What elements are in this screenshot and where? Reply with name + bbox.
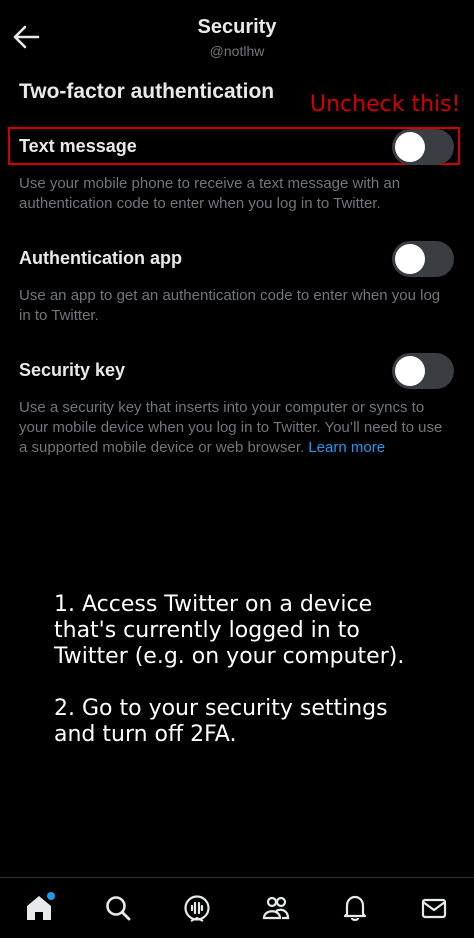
security-key-description: Use a security key that inserts into you… bbox=[19, 398, 449, 458]
instruction-step1-line1: 1. Access Twitter on a device bbox=[54, 592, 373, 617]
authentication-app-label: Authentication app bbox=[19, 248, 182, 268]
messages-icon[interactable] bbox=[416, 890, 452, 926]
instruction-step2-line1: 2. Go to your security settings bbox=[54, 696, 388, 721]
spaces-icon[interactable] bbox=[179, 890, 215, 926]
instruction-step1-line2: that's currently logged in to bbox=[54, 618, 360, 643]
text-message-label: Text message bbox=[19, 136, 137, 156]
section-title: Two-factor authentication bbox=[19, 80, 275, 103]
text-message-toggle[interactable] bbox=[392, 129, 454, 165]
security-key-label: Security key bbox=[19, 360, 126, 380]
authentication-app-toggle[interactable] bbox=[392, 241, 454, 277]
toggle-knob bbox=[395, 244, 425, 274]
authentication-app-description: Use an app to get an authentication code… bbox=[19, 287, 441, 324]
learn-more-link[interactable]: Learn more bbox=[308, 439, 385, 456]
home-icon[interactable] bbox=[21, 890, 57, 926]
notification-dot bbox=[47, 892, 55, 900]
page-title: Security bbox=[197, 16, 277, 38]
notifications-icon[interactable] bbox=[337, 890, 373, 926]
annotation-text: Uncheck this! bbox=[310, 92, 461, 117]
top-bar: Security @notlhw bbox=[0, 0, 474, 68]
bottom-tab-bar bbox=[0, 877, 474, 938]
instruction-step2-line2: and turn off 2FA. bbox=[54, 722, 237, 747]
instruction-step1-line3: Twitter (e.g. on your computer). bbox=[54, 644, 405, 669]
security-key-toggle[interactable] bbox=[392, 353, 454, 389]
search-icon[interactable] bbox=[100, 890, 136, 926]
toggle-knob bbox=[395, 132, 425, 162]
toggle-knob bbox=[395, 356, 425, 386]
communities-icon[interactable] bbox=[258, 890, 294, 926]
account-handle: @notlhw bbox=[209, 43, 265, 59]
text-message-description: Use your mobile phone to receive a text … bbox=[19, 175, 401, 212]
